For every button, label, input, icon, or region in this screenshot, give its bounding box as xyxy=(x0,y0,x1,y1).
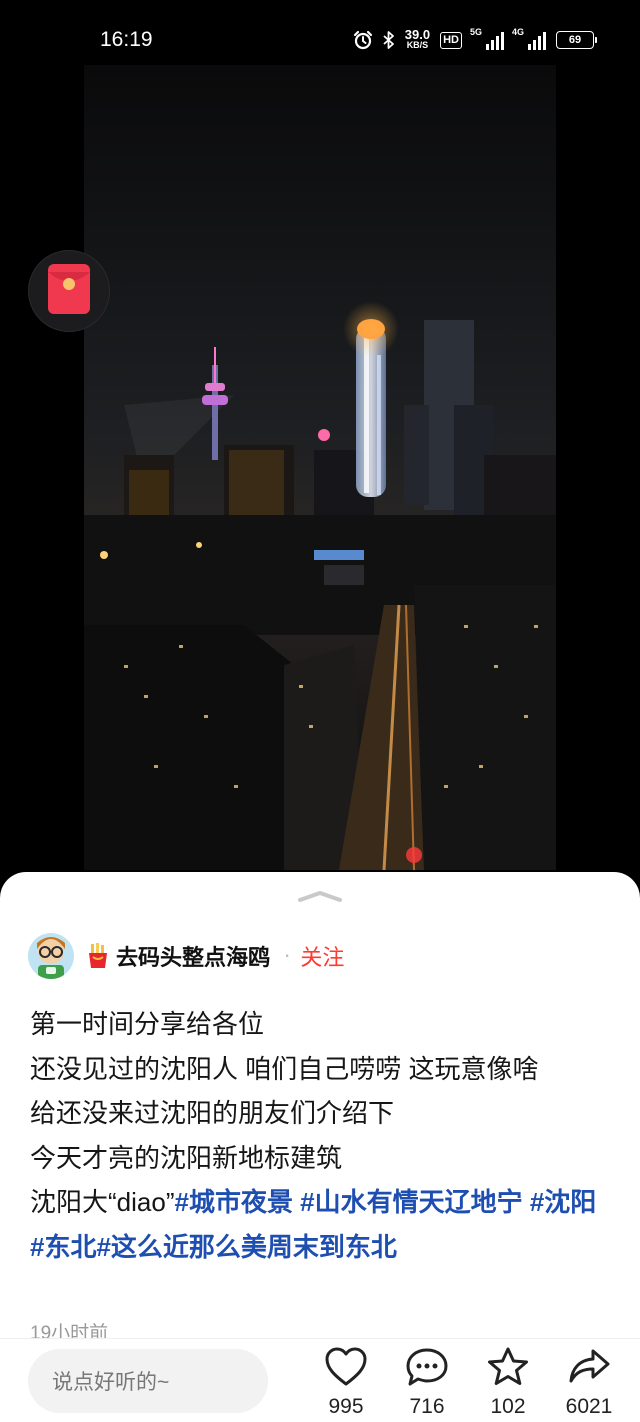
post-line-4: 今天才亮的沈阳新地标建筑 xyxy=(30,1142,343,1173)
post-timestamp: 19小时前 xyxy=(30,1323,109,1340)
favorite-count: 102 xyxy=(490,1395,526,1418)
post-line-2: 还没见过的沈阳人 咱们自己唠唠 这玩意像啥 xyxy=(30,1053,539,1084)
like-count: 995 xyxy=(328,1395,364,1418)
net-speed-unit: KB/S xyxy=(406,40,429,50)
author-avatar[interactable] xyxy=(28,933,74,979)
heart-icon xyxy=(324,1347,368,1391)
alarm-icon xyxy=(353,30,373,50)
comment-count: 716 xyxy=(409,1395,445,1418)
bluetooth-icon xyxy=(383,30,395,50)
author-name[interactable]: 去码头整点海鸥 xyxy=(116,940,270,972)
post-line-1: 第一时间分享给各位 xyxy=(30,1009,265,1039)
sig2-tag: 4G xyxy=(512,27,525,37)
hd-voice-icon: HD xyxy=(440,31,462,49)
net-speed-value: 39.0 xyxy=(404,27,431,42)
action-bar: 说点好听的~ 995 716 102 6021 xyxy=(0,1338,640,1422)
red-envelope-icon xyxy=(48,264,90,318)
post-line-5: 沈阳大“diao”#城市夜景 #山水有情天辽地宁 #沈阳 #东北#这么近那么美周… xyxy=(30,1180,610,1269)
like-button[interactable]: 995 xyxy=(315,1347,377,1419)
favorite-button[interactable]: 102 xyxy=(477,1347,539,1419)
post-line-5-prefix: 沈阳大“diao” xyxy=(30,1187,175,1217)
video-player[interactable] xyxy=(84,65,556,870)
star-icon xyxy=(486,1347,530,1391)
sig1-tag: 5G xyxy=(470,27,483,37)
signal-4g-icon: 4G xyxy=(512,27,546,50)
comment-bubble-icon xyxy=(405,1347,449,1391)
red-packet-button[interactable] xyxy=(28,250,110,332)
post-text: 第一时间分享给各位 还没见过的沈阳人 咱们自己唠唠 这玩意像啥 给还没来过沈阳的… xyxy=(30,1002,610,1269)
status-icons: 39.0 KB/S HD 5G 4G 69 xyxy=(353,26,597,54)
post-line-3: 给还没来过沈阳的朋友们介绍下 xyxy=(30,1098,395,1128)
author-row: 去码头整点海鸥 · 关注 xyxy=(28,932,344,980)
clock: 16:19 xyxy=(100,28,153,51)
share-arrow-icon xyxy=(567,1347,611,1391)
sheet-handle-icon[interactable] xyxy=(296,888,344,904)
city-night-scene xyxy=(84,65,556,870)
signal-5g-icon: 5G xyxy=(470,27,504,50)
comment-input[interactable]: 说点好听的~ xyxy=(28,1349,268,1413)
network-speed: 39.0 KB/S xyxy=(404,27,431,50)
comment-button[interactable]: 716 xyxy=(396,1347,458,1419)
battery-icon: 69 xyxy=(556,31,597,49)
follow-button[interactable]: 关注 xyxy=(300,940,344,972)
share-count: 6021 xyxy=(565,1395,613,1418)
fries-icon xyxy=(86,943,110,969)
separator-dot: · xyxy=(284,944,291,968)
post-detail-sheet: 去码头整点海鸥 · 关注 第一时间分享给各位 还没见过的沈阳人 咱们自己唠唠 这… xyxy=(0,872,640,1422)
share-button[interactable]: 6021 xyxy=(558,1347,620,1419)
